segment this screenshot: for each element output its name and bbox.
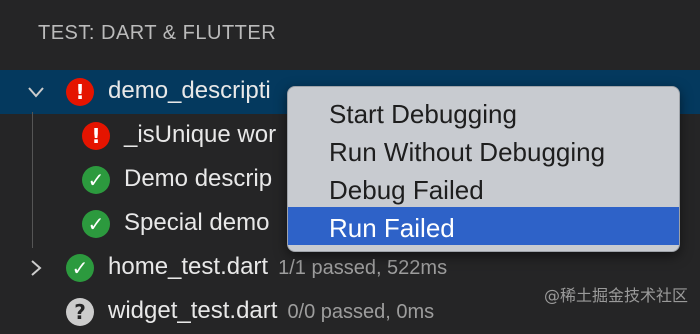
failed-status-icon: !: [82, 122, 110, 150]
tree-row-label: Demo descrip: [124, 165, 273, 192]
tree-row-description: 1/1 passed, 522ms: [278, 257, 448, 279]
menu-item-run-without-debugging[interactable]: Run Without Debugging: [288, 131, 679, 169]
unknown-status-icon: ?: [66, 298, 94, 326]
menu-item-debug-failed[interactable]: Debug Failed: [288, 169, 679, 207]
chevron-right-icon[interactable]: [26, 258, 46, 278]
menu-item-label: Debug Failed: [329, 175, 484, 205]
menu-item-label: Start Debugging: [329, 99, 517, 129]
passed-status-icon: ✓: [82, 210, 110, 238]
tree-row-label: widget_test.dart: [108, 297, 278, 324]
menu-item-label: Run Without Debugging: [329, 137, 606, 167]
passed-status-icon: ✓: [66, 254, 94, 282]
tree-row-label: Special demo: [124, 209, 270, 236]
panel-title: TEST: DART & FLUTTER: [38, 22, 277, 44]
menu-item-label: Run Failed: [329, 213, 455, 243]
tree-row-label: demo_descripti: [108, 77, 271, 104]
watermark: @稀土掘金技术社区: [543, 286, 688, 305]
passed-status-icon: ✓: [82, 166, 110, 194]
panel-header: TEST: DART & FLUTTER: [0, 0, 700, 68]
menu-item-run-failed[interactable]: Run Failed: [288, 207, 679, 245]
menu-item-start-debugging[interactable]: Start Debugging: [288, 93, 679, 131]
tree-row-label: home_test.dart: [108, 253, 269, 280]
tree-row-description: 0/0 passed, 0ms: [287, 301, 435, 323]
chevron-down-icon[interactable]: [26, 82, 46, 102]
failed-status-icon: !: [66, 78, 94, 106]
context-menu: Start Debugging Run Without Debugging De…: [287, 86, 680, 252]
tree-row-label: _isUnique wor: [124, 121, 277, 148]
